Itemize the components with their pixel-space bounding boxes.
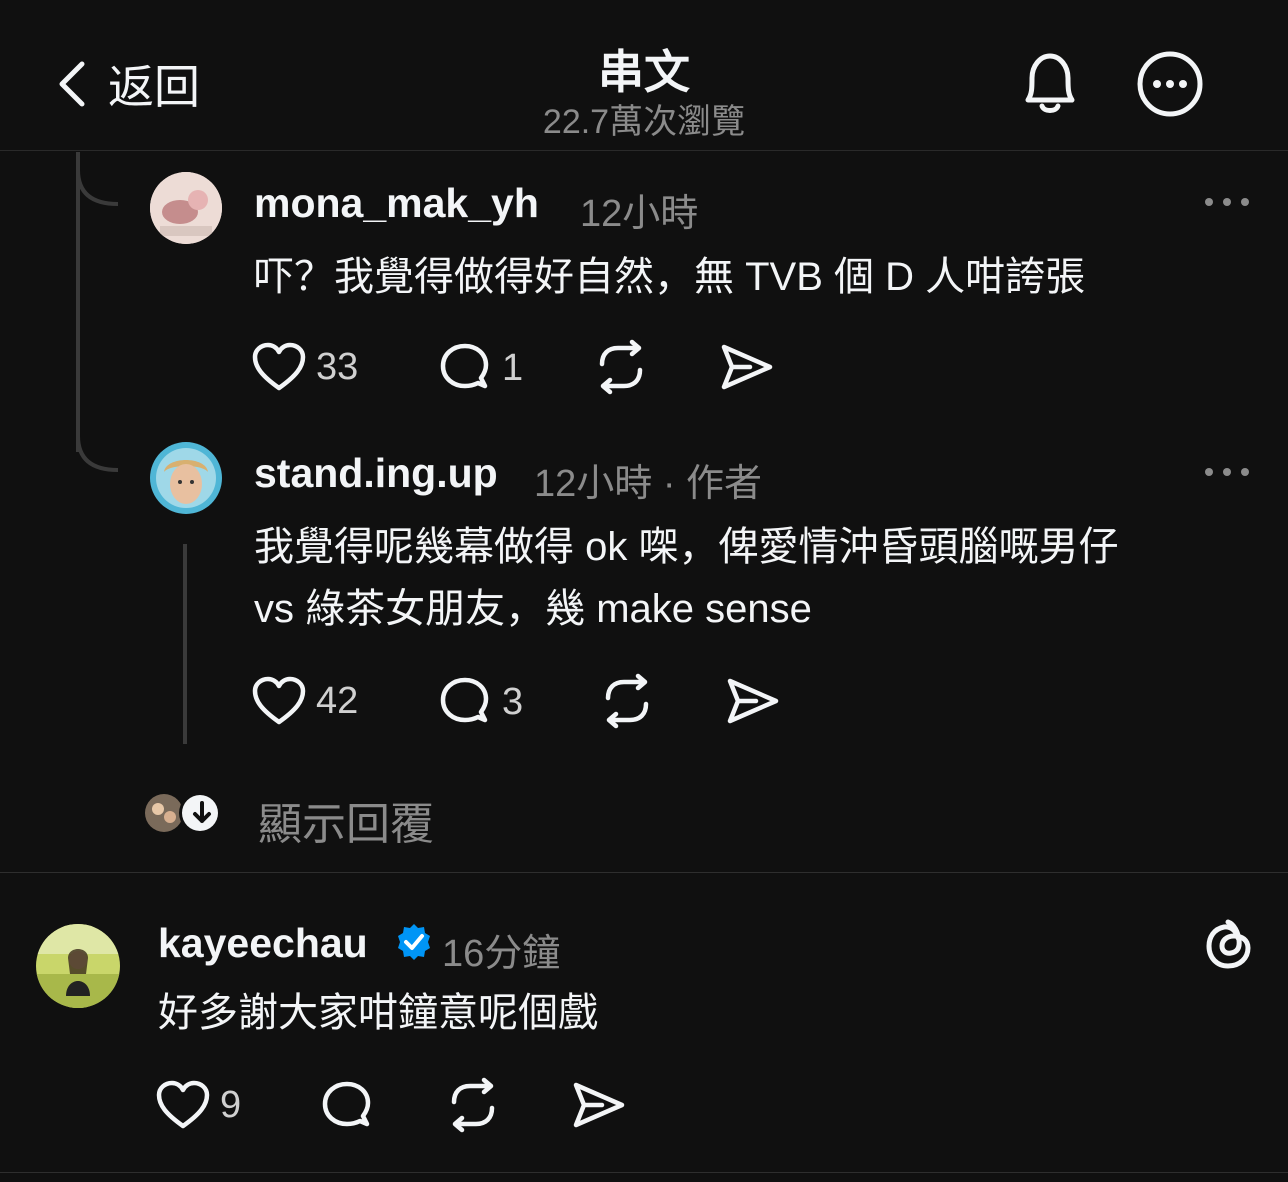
like-button[interactable]: 42: [252, 676, 358, 726]
repost-button[interactable]: [446, 1077, 500, 1133]
share-button[interactable]: [572, 1080, 626, 1130]
share-icon: [726, 676, 780, 726]
repost-icon: [600, 673, 654, 729]
avatar[interactable]: [150, 442, 222, 514]
post-text: 好多謝大家咁鐘意呢個戲: [158, 991, 598, 1035]
view-count: 22.7萬次瀏覽: [542, 103, 746, 141]
show-replies-label[interactable]: 顯示回覆: [258, 788, 434, 852]
share-button[interactable]: [720, 342, 774, 392]
heart-icon: [252, 676, 306, 726]
username[interactable]: kayeechau: [158, 920, 368, 967]
verified-icon: [394, 922, 434, 962]
timestamp: 16分鐘: [442, 933, 561, 975]
top-bar: 返回 串文 22.7萬次瀏覽: [0, 0, 1288, 151]
share-icon: [720, 342, 774, 392]
like-button[interactable]: 33: [252, 342, 358, 392]
comment-count: 1: [502, 346, 524, 389]
page-title: 串文: [598, 46, 690, 98]
comment-count: 3: [502, 680, 524, 723]
more-icon[interactable]: [1204, 466, 1250, 478]
like-count: 9: [220, 1083, 242, 1126]
avatar[interactable]: [150, 172, 222, 244]
thread-connector: [76, 435, 119, 472]
username[interactable]: mona_mak_yh: [254, 180, 539, 227]
heart-icon: [156, 1080, 210, 1130]
comment-button[interactable]: 1: [438, 342, 523, 394]
comment-icon: [438, 676, 492, 728]
repost-icon: [446, 1077, 500, 1133]
bell-icon[interactable]: [1018, 50, 1082, 118]
threads-logo-icon[interactable]: [1200, 916, 1256, 972]
like-count: 33: [316, 345, 359, 388]
comment-button[interactable]: [320, 1080, 374, 1132]
like-button[interactable]: 9: [156, 1080, 241, 1130]
comment-icon: [320, 1080, 374, 1132]
thread-connector: [76, 169, 119, 206]
comment-button[interactable]: 3: [438, 676, 523, 728]
share-button[interactable]: [726, 676, 780, 726]
heart-icon: [252, 342, 306, 392]
timestamp: 12小時 · 作者: [534, 463, 763, 505]
comment-icon: [438, 342, 492, 394]
more-icon[interactable]: [1204, 196, 1250, 208]
avatar[interactable]: [36, 924, 120, 1008]
share-icon: [572, 1080, 626, 1130]
repost-icon: [594, 339, 648, 395]
arrow-down-icon: [193, 801, 211, 823]
reply-thread-line: [183, 544, 187, 744]
repost-button[interactable]: [600, 673, 654, 729]
reply-text-line-1: 我覺得呢幾幕做得 ok 㗎，俾愛情沖昏頭腦嘅男仔: [254, 525, 1119, 569]
divider: [0, 1172, 1288, 1173]
username[interactable]: stand.ing.up: [254, 450, 498, 497]
divider: [0, 872, 1288, 873]
timestamp: 12小時: [580, 193, 699, 235]
like-count: 42: [316, 679, 359, 722]
reply-text: 吓？我覺得做得好自然，無 TVB 個 D 人咁誇張: [254, 255, 1086, 299]
repost-button[interactable]: [594, 339, 648, 395]
reply-text-line-2: vs 綠茶女朋友，幾 make sense: [254, 587, 812, 631]
more-circle-icon[interactable]: [1136, 50, 1204, 118]
